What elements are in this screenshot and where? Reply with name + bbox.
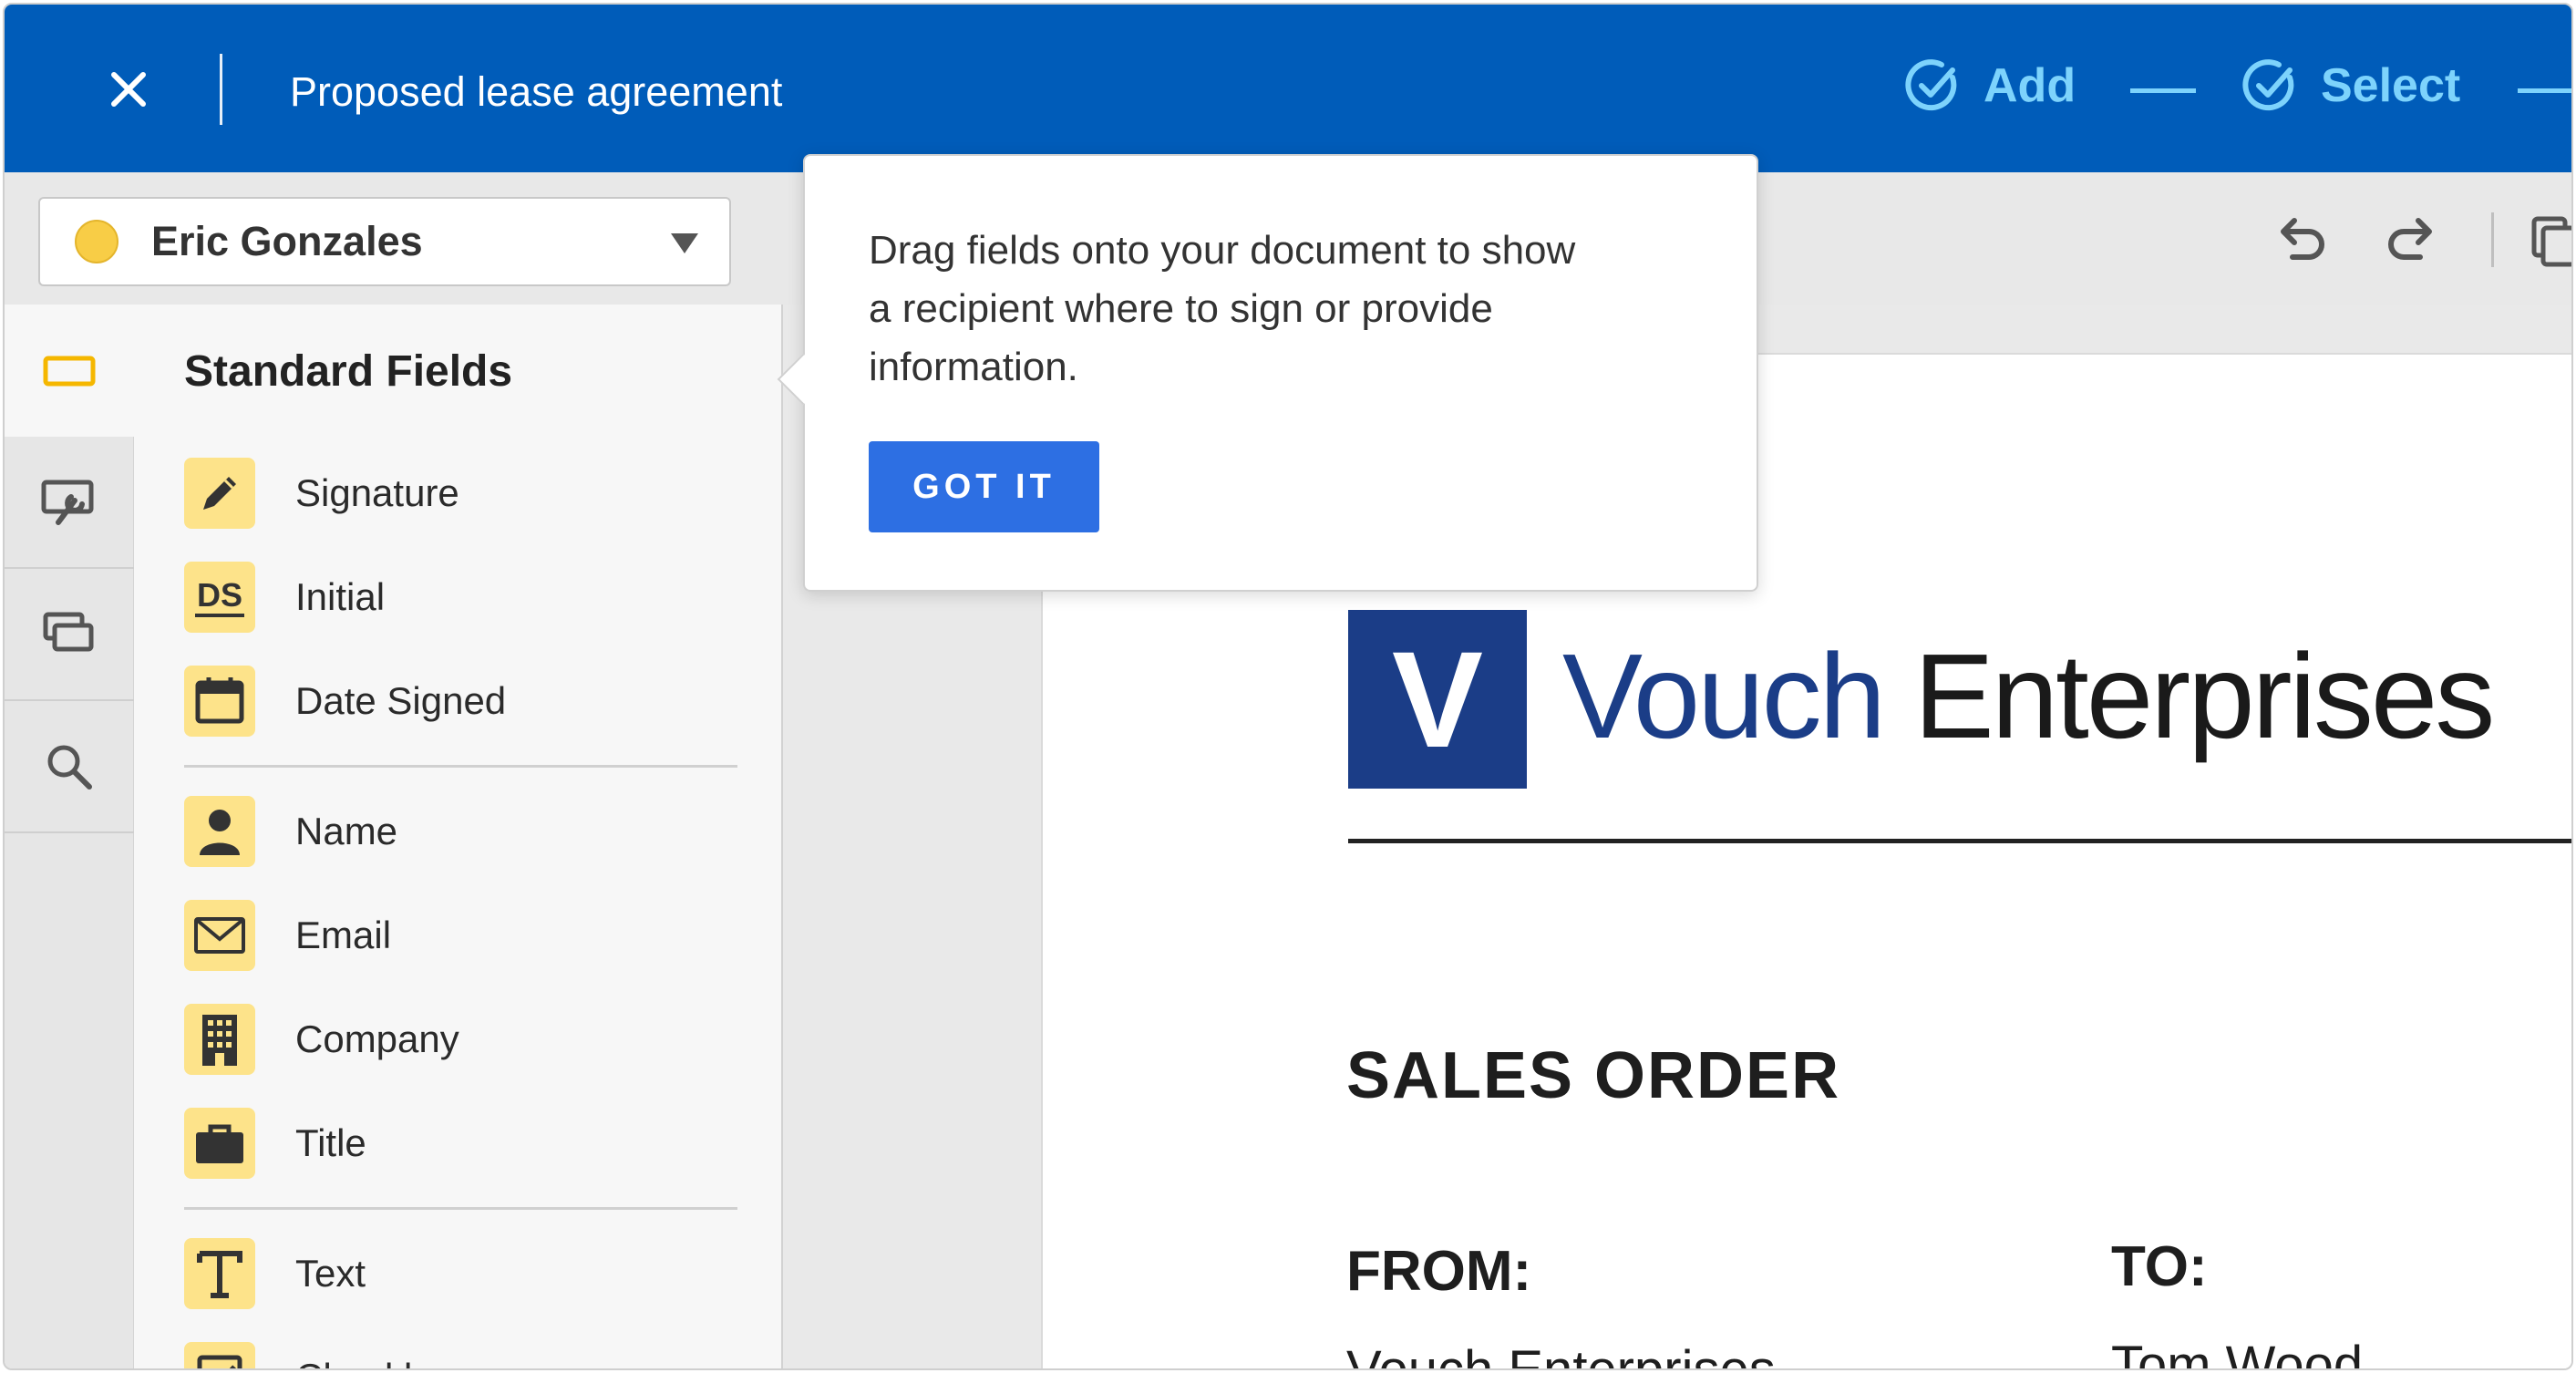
redo-button[interactable] [2379, 209, 2443, 273]
company-logo-text: Vouch Enterprises [1562, 628, 2496, 765]
step-connector [2518, 88, 2571, 93]
logo-word-vouch: Vouch [1562, 629, 1886, 763]
text-t-icon [184, 1238, 255, 1309]
copy-button[interactable] [2520, 209, 2571, 273]
field-label: Initial [295, 575, 386, 618]
field-company[interactable]: Company [184, 1003, 459, 1076]
field-title[interactable]: Title [184, 1107, 366, 1180]
close-button[interactable] [100, 61, 157, 118]
check-circle-icon [2242, 59, 2294, 111]
from-label: FROM: [1346, 1240, 1532, 1303]
to-label: TO: [2111, 1235, 2208, 1298]
from-value: Vouch Enterprises [1346, 1340, 1776, 1370]
field-label: Date Signed [295, 679, 507, 722]
logo-word-enterprises: Enterprises [1913, 629, 2496, 763]
step-add-label: Add [1984, 59, 2076, 112]
svg-text:DS: DS [197, 576, 242, 614]
redo-icon [2388, 218, 2432, 260]
onboarding-popover: Drag fields onto your document to show a… [777, 154, 1758, 592]
company-logo-mark: V [1348, 610, 1527, 789]
initials-ds-icon: DS [184, 562, 255, 633]
tab-templates[interactable] [5, 569, 134, 701]
top-header: Proposed lease agreement Add Select [5, 5, 2571, 172]
field-rectangle-icon [43, 356, 96, 386]
undo-button[interactable] [2270, 209, 2334, 273]
stacked-screens-icon [43, 612, 94, 651]
document-title: Proposed lease agreement [290, 68, 783, 115]
briefcase-icon [184, 1108, 255, 1179]
field-label: Checkbox [295, 1356, 466, 1368]
chevron-down-icon [671, 233, 698, 253]
field-label: Name [295, 810, 398, 852]
field-label: Email [295, 914, 392, 956]
standard-fields-panel: Standard Fields Signature DS Initial Dat… [134, 305, 783, 1368]
field-label: Signature [295, 471, 459, 514]
document-heading: SALES ORDER [1346, 1039, 1841, 1112]
got-it-button[interactable]: GOT IT [869, 441, 1099, 532]
wrench-screen-icon [41, 480, 94, 525]
field-date-signed[interactable]: Date Signed [184, 665, 506, 738]
tab-custom-fields[interactable] [5, 437, 134, 569]
toolbar-divider [2491, 212, 2494, 267]
tab-search[interactable] [5, 701, 134, 833]
field-label: Text [295, 1252, 366, 1295]
building-icon [184, 1004, 255, 1075]
header-divider [220, 54, 222, 125]
field-checkbox[interactable]: Checkbox [184, 1341, 466, 1368]
recipient-name: Eric Gonzales [151, 218, 423, 264]
logo-letter: V [1391, 623, 1484, 776]
envelope-icon [184, 900, 255, 971]
check-circle-icon [1905, 59, 1957, 111]
step-connector [2130, 88, 2196, 93]
field-initial[interactable]: DS Initial [184, 561, 385, 634]
field-text[interactable]: Text [184, 1237, 366, 1310]
panel-divider [184, 1207, 737, 1210]
panel-title: Standard Fields [184, 347, 513, 396]
pen-icon [184, 458, 255, 529]
copy-icon [2531, 216, 2571, 267]
app-window: Proposed lease agreement Add Select Eric… [3, 3, 2573, 1370]
search-icon [47, 745, 92, 790]
checkbox-icon [184, 1342, 255, 1368]
step-select-label: Select [2321, 59, 2461, 112]
field-signature[interactable]: Signature [184, 457, 459, 530]
recipient-dropdown[interactable]: Eric Gonzales [38, 197, 731, 286]
panel-divider [184, 765, 737, 768]
header-rule [1348, 839, 2571, 843]
field-label: Company [295, 1017, 459, 1060]
person-icon [184, 796, 255, 867]
tab-standard-fields[interactable] [5, 305, 134, 437]
field-name[interactable]: Name [184, 795, 397, 868]
field-label: Title [295, 1121, 366, 1164]
close-icon [111, 72, 146, 107]
to-value: Tom Wood [2111, 1336, 2364, 1370]
popover-message: Drag fields onto your document to show a… [869, 228, 1576, 389]
undo-icon [2281, 218, 2324, 260]
field-email[interactable]: Email [184, 899, 391, 972]
step-add[interactable]: Add [1905, 57, 2076, 114]
left-rail [5, 305, 134, 1368]
recipient-color-dot [75, 220, 118, 263]
step-select[interactable]: Select [2242, 57, 2460, 114]
calendar-icon [184, 666, 255, 737]
